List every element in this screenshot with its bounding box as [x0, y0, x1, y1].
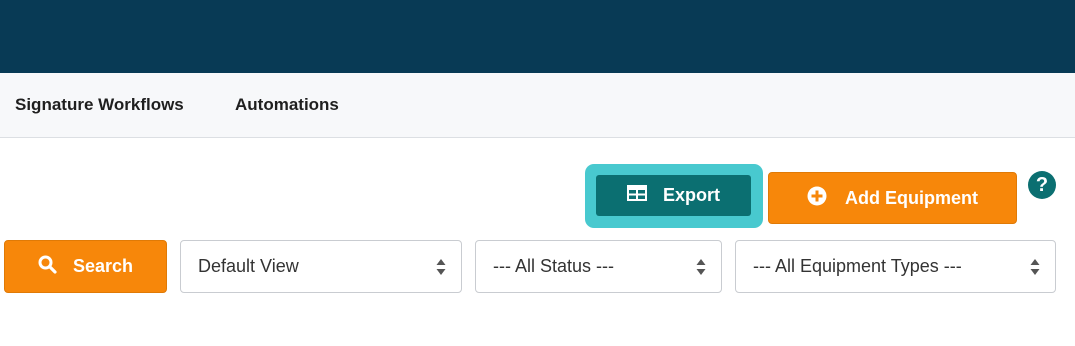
export-button[interactable]: Export: [596, 175, 751, 216]
add-equipment-button[interactable]: Add Equipment: [768, 172, 1017, 224]
sort-arrows-icon: [436, 258, 446, 276]
equipment-type-select-value: --- All Equipment Types ---: [753, 256, 962, 276]
sub-navigation: Signature Workflows Automations: [0, 73, 1075, 138]
search-icon: [38, 255, 57, 279]
nav-item-signature-workflows[interactable]: Signature Workflows: [15, 95, 184, 115]
sort-arrows-icon: [696, 258, 706, 276]
table-icon: [626, 185, 647, 206]
nav-item-automations[interactable]: Automations: [235, 95, 339, 115]
sort-arrows-icon: [1030, 258, 1040, 276]
export-button-label: Export: [662, 185, 720, 205]
view-select-value: Default View: [198, 256, 299, 276]
search-button-label: Search: [72, 256, 134, 276]
add-equipment-label: Add Equipment: [845, 187, 978, 208]
view-select[interactable]: Default View: [180, 240, 462, 293]
plus-circle-icon: [807, 186, 827, 211]
equipment-type-select[interactable]: --- All Equipment Types ---: [735, 240, 1056, 293]
top-header-bar: [0, 0, 1075, 73]
search-button[interactable]: Search: [4, 240, 167, 293]
status-select-value: --- All Status ---: [493, 256, 615, 276]
help-icon[interactable]: ?: [1028, 171, 1056, 199]
status-select[interactable]: --- All Status ---: [475, 240, 722, 293]
